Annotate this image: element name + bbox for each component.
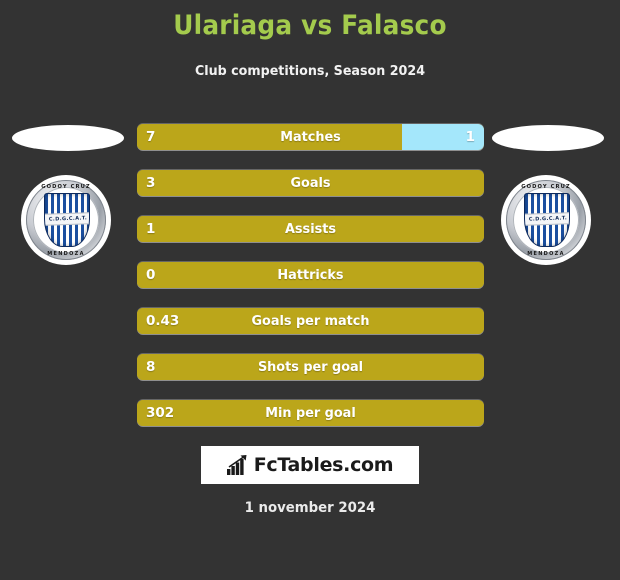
stat-row: 0 Hattricks <box>137 262 484 288</box>
stats-list: 7 Matches 1 3 Goals 1 Assists 0 Hattricks 0.43 Goa… <box>137 124 484 426</box>
stat-label: Matches <box>280 129 341 145</box>
crest-shield-band-text: C.D.G.C.A.T. <box>528 215 568 223</box>
stat-label: Assists <box>284 221 336 237</box>
fctables-logo: FcTables.com <box>201 446 419 484</box>
crest-shield-band: C.D.G.C.A.T. <box>525 212 569 226</box>
crest-shield-band-text: C.D.G.C.A.T. <box>48 215 88 223</box>
stat-row: 7 Matches 1 <box>137 124 484 150</box>
stat-row: 1 Assists <box>137 216 484 242</box>
crest-shield: C.D.G.C.A.T. <box>524 193 570 247</box>
stat-value-right: 1 <box>465 129 475 145</box>
stat-label: Goals per match <box>251 313 370 329</box>
bar-chart-arrow-icon <box>226 455 247 475</box>
generated-date: 1 november 2024 <box>244 500 376 516</box>
left-club-crest-godoy-cruz: GODOY CRUZ MENDOZA C.D.G.C.A.T. <box>21 175 111 265</box>
stat-row: 8 Shots per goal <box>137 354 484 380</box>
stat-row: 302 Min per goal <box>137 400 484 426</box>
left-player-photo <box>12 125 124 151</box>
stat-row: 3 Goals <box>137 170 484 196</box>
right-club-crest-godoy-cruz: GODOY CRUZ MENDOZA C.D.G.C.A.T. <box>501 175 591 265</box>
stat-row: 0.43 Goals per match <box>137 308 484 334</box>
crest-club-name-top: GODOY CRUZ <box>521 184 571 190</box>
right-player-photo <box>492 125 604 151</box>
page-subtitle: Club competitions, Season 2024 <box>194 63 426 79</box>
stat-label: Shots per goal <box>257 359 364 375</box>
crest-shield-band: C.D.G.C.A.T. <box>45 212 89 226</box>
crest-club-name-bottom: MENDOZA <box>47 251 85 257</box>
left-player-panel: GODOY CRUZ MENDOZA C.D.G.C.A.T. <box>8 120 132 266</box>
crest-club-name-bottom: MENDOZA <box>527 251 565 257</box>
stats-comparison-card: Ulariaga vs Falasco Club competitions, S… <box>0 0 620 580</box>
stat-label: Goals <box>290 175 331 191</box>
right-player-panel: GODOY CRUZ MENDOZA C.D.G.C.A.T. <box>488 120 612 266</box>
crest-club-name-top: GODOY CRUZ <box>41 184 91 190</box>
stat-label: Min per goal <box>265 405 356 421</box>
crest-shield: C.D.G.C.A.T. <box>44 193 90 247</box>
page-title: Ulariaga vs Falasco <box>173 10 447 41</box>
stat-label: Hattricks <box>277 267 344 283</box>
fctables-logo-text: FcTables.com <box>253 454 394 476</box>
